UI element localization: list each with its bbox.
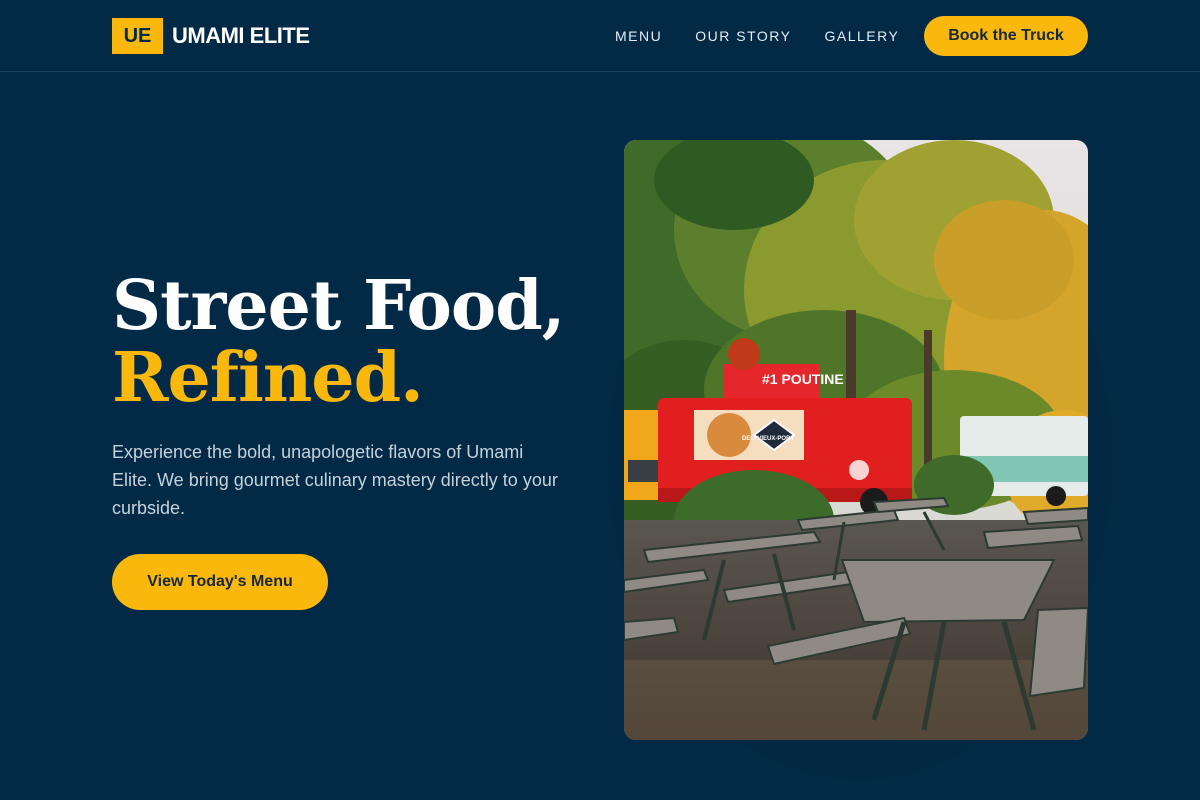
logo-mark: UE <box>112 18 163 54</box>
logo[interactable]: UE UMAMI ELITE <box>112 18 310 54</box>
nav-link-gallery[interactable]: GALLERY <box>824 28 899 44</box>
nav-link-menu[interactable]: MENU <box>615 28 662 44</box>
food-truck-park-image: #1 POUTINE DELI VIEUX-PORT <box>624 140 1088 740</box>
logo-text: UMAMI ELITE <box>172 23 310 48</box>
hero-photo: #1 POUTINE DELI VIEUX-PORT <box>624 140 1088 740</box>
truck-sign: #1 POUTINE <box>762 371 844 387</box>
hero-description: Experience the bold, unapologetic flavor… <box>112 442 558 518</box>
site-header: UE UMAMI ELITE MENU OUR STORY GALLERY Bo… <box>0 0 1200 72</box>
main-nav: MENU OUR STORY GALLERY <box>615 0 932 72</box>
truck-logo: DELI VIEUX-PORT <box>742 436 794 442</box>
hero-title-line1: Street Food, <box>112 266 565 346</box>
hero-title: Street Food, Refined. <box>112 266 565 418</box>
book-truck-button[interactable]: Book the Truck <box>924 16 1088 56</box>
view-menu-button[interactable]: View Today's Menu <box>112 554 328 610</box>
nav-link-our-story[interactable]: OUR STORY <box>695 28 791 44</box>
hero-title-line2: Refined. <box>112 338 424 418</box>
